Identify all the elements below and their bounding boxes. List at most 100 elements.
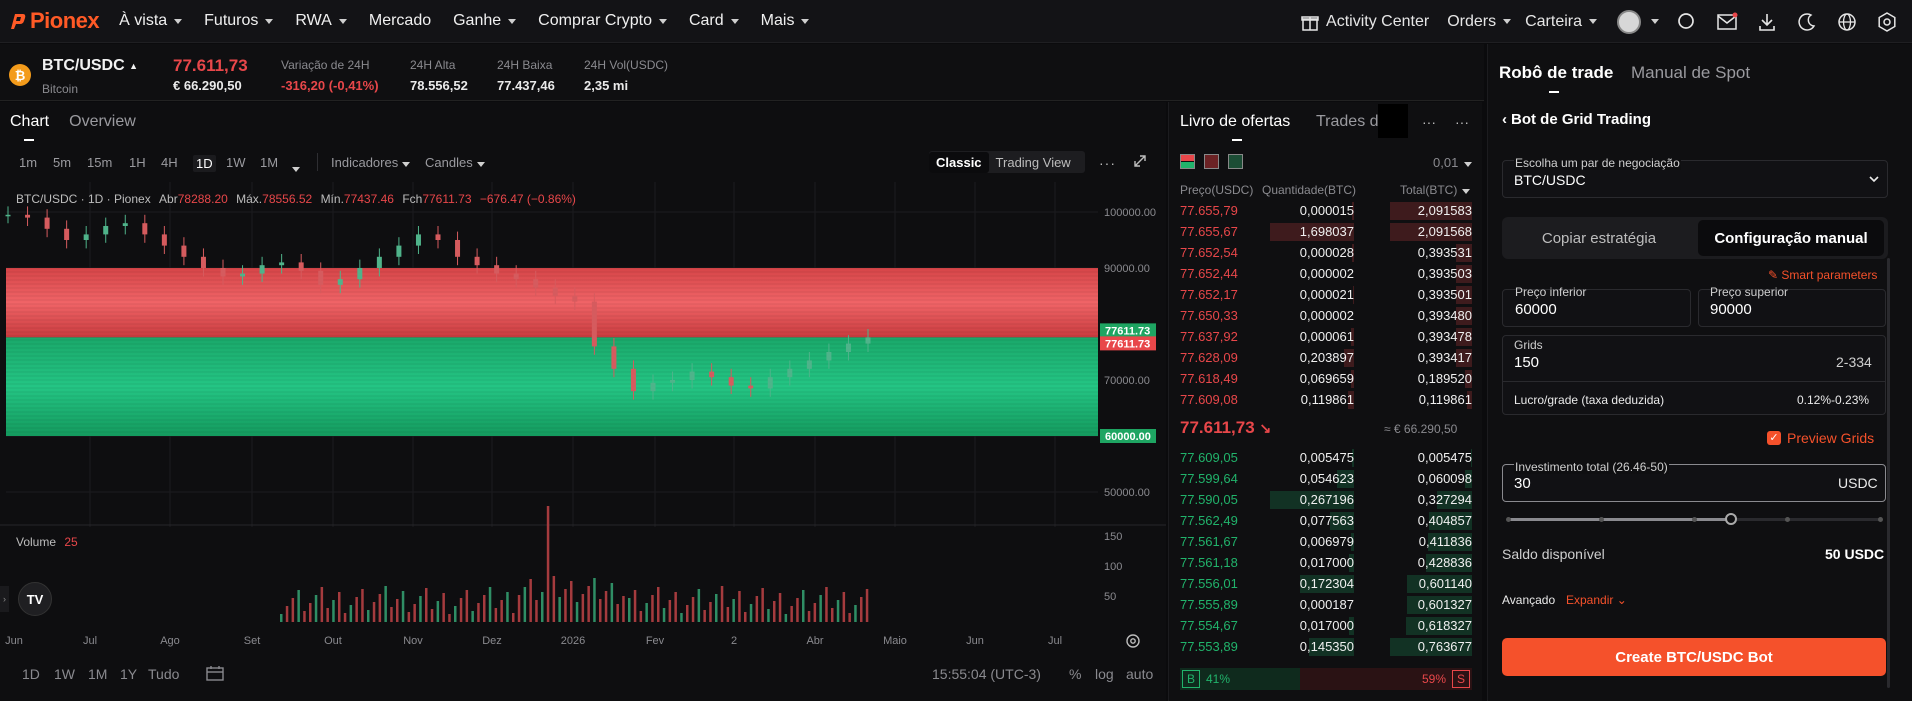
buy-sell-ratio: B 41% 59% S <box>1180 668 1472 690</box>
preview-grids-toggle[interactable]: ✓ Preview Grids <box>1767 430 1874 446</box>
nav-item-rwa[interactable]: RWA <box>295 12 347 30</box>
interval-1h[interactable]: 1H <box>129 155 146 170</box>
download-icon[interactable] <box>1756 11 1778 33</box>
bid-row[interactable]: 77.555,89 0,000187 0,601327 <box>1180 595 1472 615</box>
x-tick-label: Dez <box>482 635 502 647</box>
interval-5m[interactable]: 5m <box>53 155 71 170</box>
advanced-label: Avançado <box>1502 593 1556 607</box>
range-1d[interactable]: 1D <box>22 666 40 682</box>
auto-toggle[interactable]: auto <box>1126 666 1153 682</box>
interval-4h[interactable]: 4H <box>161 155 178 170</box>
book-both-icon[interactable] <box>1180 154 1195 169</box>
tab-chart[interactable]: Chart <box>10 113 49 141</box>
range-1y[interactable]: 1Y <box>120 666 137 682</box>
row-price: 77.652,44 <box>1180 266 1238 281</box>
ask-row[interactable]: 77.628,09 0,203897 0,393417 <box>1180 348 1472 368</box>
pionex-logo[interactable]: Pionex <box>9 8 100 34</box>
ask-row[interactable]: 77.650,33 0,000002 0,393480 <box>1180 306 1472 326</box>
back-to-grid-bot[interactable]: ‹ Bot de Grid Trading <box>1502 111 1651 128</box>
range-1m[interactable]: 1M <box>88 666 107 682</box>
more-icon[interactable]: ··· <box>1422 114 1436 130</box>
smart-parameters-link[interactable]: ✎ Smart parameters <box>1768 268 1877 282</box>
tab-order-book[interactable]: Livro de ofertas <box>1180 113 1290 141</box>
mail-icon[interactable] <box>1716 11 1738 33</box>
bid-row[interactable]: 77.590,05 0,267196 0,327294 <box>1180 490 1472 510</box>
ask-row[interactable]: 77.655,67 1,698037 2,091568 <box>1180 222 1472 242</box>
tab-overview[interactable]: Overview <box>69 113 136 131</box>
fullscreen-icon[interactable] <box>1133 154 1147 171</box>
date-range-icon[interactable] <box>206 665 224 684</box>
pair-selector[interactable]: BTC/USDC ▲ <box>42 57 138 75</box>
manual-config-button[interactable]: Configuração manual <box>1698 220 1884 256</box>
chart-settings-icon[interactable] <box>1125 633 1141 652</box>
nav-item-futuros[interactable]: Futuros <box>204 12 274 30</box>
ask-row[interactable]: 77.637,92 0,000061 0,393478 <box>1180 327 1472 347</box>
price-chart[interactable]: 100000.00 90000.00 70000.00 50000.00 77611.7… <box>0 182 1166 652</box>
create-bot-button[interactable]: Create BTC/USDC Bot <box>1502 638 1886 676</box>
bid-row[interactable]: 77.599,64 0,054623 0,060098 <box>1180 469 1472 489</box>
range-tudo[interactable]: Tudo <box>148 666 179 682</box>
grids-input[interactable]: 150 <box>1514 354 1539 371</box>
tab-manual-spot[interactable]: Manual de Spot <box>1631 63 1750 83</box>
moon-icon[interactable] <box>1796 11 1818 33</box>
investment-slider[interactable] <box>1506 512 1883 526</box>
more-icon[interactable]: ··· <box>1455 114 1469 130</box>
bid-row[interactable]: 77.561,67 0,006979 0,411836 <box>1180 532 1472 552</box>
percent-toggle[interactable]: % <box>1069 666 1081 682</box>
nav-item-card[interactable]: Card <box>689 12 739 30</box>
activity-center-link[interactable]: Activity Center <box>1300 12 1429 32</box>
bid-row[interactable]: 77.561,18 0,017000 0,428836 <box>1180 553 1472 573</box>
account-menu[interactable] <box>1617 9 1659 34</box>
volume-bar <box>767 609 770 622</box>
classic-button[interactable]: Classic <box>929 151 989 173</box>
bid-row[interactable]: 77.553,89 0,145350 0,763677 <box>1180 637 1472 657</box>
ask-row[interactable]: 77.652,17 0,000021 0,393501 <box>1180 285 1472 305</box>
bid-row[interactable]: 77.562,49 0,077563 0,404857 <box>1180 511 1472 531</box>
copy-strategy-button[interactable]: Copiar estratégia <box>1502 217 1696 259</box>
nav-item-mais[interactable]: Mais <box>761 12 810 30</box>
tab-trades-label: Trades de <box>1316 113 1388 130</box>
pencil-icon: ✎ <box>1768 268 1779 282</box>
left-collapse-icon[interactable]: › <box>0 586 9 612</box>
indicators-button[interactable]: Indicadores <box>331 155 411 170</box>
scrollbar[interactable] <box>1887 258 1890 688</box>
ask-row[interactable]: 77.655,79 0,000015 2,091583 <box>1180 201 1472 221</box>
nav-item-comprar-crypto[interactable]: Comprar Crypto <box>538 12 667 30</box>
interval-15m[interactable]: 15m <box>87 155 112 170</box>
volume-bar <box>309 603 312 622</box>
gear-icon[interactable] <box>1876 11 1898 33</box>
wallet-menu[interactable]: Carteira <box>1525 13 1597 31</box>
bid-row[interactable]: 77.556,01 0,172304 0,601140 <box>1180 574 1472 594</box>
book-asks-icon[interactable] <box>1204 154 1219 169</box>
tab-trading-bot[interactable]: Robô de trade <box>1499 63 1613 93</box>
log-toggle[interactable]: log <box>1095 666 1114 682</box>
tab-overview-label: Overview <box>69 113 136 130</box>
ask-row[interactable]: 77.652,44 0,000002 0,393503 <box>1180 264 1472 284</box>
interval-1m[interactable]: 1M <box>260 155 278 170</box>
ask-row[interactable]: 77.609,08 0,119861 0,119861 <box>1180 390 1472 410</box>
slider-handle[interactable] <box>1725 513 1738 525</box>
ask-row[interactable]: 77.652,54 0,000028 0,393531 <box>1180 243 1472 263</box>
tradingview-button[interactable]: Trading View <box>989 152 1078 173</box>
bid-row[interactable]: 77.554,67 0,017000 0,618327 <box>1180 616 1472 636</box>
globe-icon[interactable] <box>1836 11 1858 33</box>
orders-menu[interactable]: Orders <box>1447 13 1512 31</box>
interval-1w[interactable]: 1W <box>226 155 246 170</box>
chevron-down-icon <box>338 18 347 24</box>
nav-item-ganhe[interactable]: Ganhe <box>453 12 517 30</box>
interval-1d[interactable]: 1D <box>193 155 216 172</box>
interval-1m[interactable]: 1m <box>19 155 37 170</box>
tradingview-logo-icon[interactable]: TV <box>18 582 52 616</box>
book-bids-icon[interactable] <box>1228 154 1243 169</box>
ask-row[interactable]: 77.618,49 0,069659 0,189520 <box>1180 369 1472 389</box>
decimal-selector[interactable]: 0,01 <box>1433 155 1472 170</box>
interval-dropdown[interactable] <box>292 160 300 175</box>
candles-button[interactable]: Candles <box>425 155 485 170</box>
more-icon[interactable]: ··· <box>1099 155 1116 171</box>
expand-link[interactable]: Expandir ⌄ <box>1566 593 1627 607</box>
bid-row[interactable]: 77.609,05 0,005475 0,005475 <box>1180 448 1472 468</box>
range-1w[interactable]: 1W <box>54 666 75 682</box>
nav-item--vista[interactable]: À vista <box>119 12 183 30</box>
search-icon[interactable] <box>1676 11 1698 33</box>
nav-item-mercado[interactable]: Mercado <box>369 12 431 30</box>
